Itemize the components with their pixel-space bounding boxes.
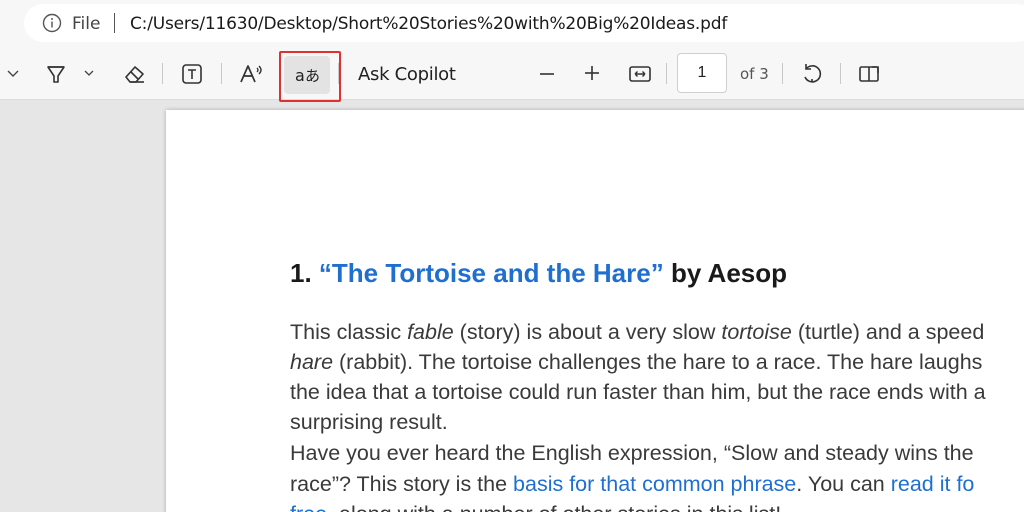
italic-text: fable xyxy=(407,320,454,344)
text-run: (turtle) and a speed xyxy=(791,320,985,344)
page-view-icon[interactable] xyxy=(857,62,881,86)
text-run: (rabbit). The tortoise challenges the ha… xyxy=(333,350,983,374)
italic-text: tortoise xyxy=(721,320,792,344)
heading-number: 1. xyxy=(290,258,319,288)
rotate-icon[interactable] xyxy=(800,61,824,87)
text-run: the idea that a tortoise could run faste… xyxy=(290,380,986,404)
address-field[interactable]: File C:/Users/11630/Desktop/Short%20Stor… xyxy=(24,4,1024,42)
heading-author: by Aesop xyxy=(663,258,788,288)
toolbar-separator xyxy=(221,63,222,84)
toolbar-separator xyxy=(782,63,783,84)
paragraph-line: race”? This story is the basis for that … xyxy=(290,472,975,496)
paragraph-line: surprising result. xyxy=(290,410,448,434)
paragraph-line: hare (rabbit). The tortoise challenges t… xyxy=(290,350,983,374)
chevron-down-icon[interactable] xyxy=(4,64,22,84)
toolbar-separator xyxy=(840,63,841,84)
zoom-in-icon[interactable] xyxy=(582,63,602,83)
paragraph-line: Have you ever heard the English expressi… xyxy=(290,441,974,465)
page-count: of 3 xyxy=(740,65,769,83)
info-icon[interactable] xyxy=(42,13,62,33)
toolbar-separator xyxy=(666,63,667,84)
italic-text: hare xyxy=(290,350,334,374)
free-link[interactable]: free xyxy=(290,502,327,512)
file-label: File xyxy=(72,14,101,34)
text-run: , along with a number of other stories i… xyxy=(327,502,781,512)
address-separator xyxy=(114,13,115,33)
highlighter-icon[interactable] xyxy=(44,62,68,86)
fit-width-icon[interactable] xyxy=(627,62,653,86)
text-run: race”? This story is the xyxy=(290,472,514,496)
page-number-input[interactable] xyxy=(677,53,727,93)
paragraph-line: This classic fable (story) is about a ve… xyxy=(290,320,985,344)
text-run: This classic xyxy=(290,320,408,344)
paragraph-line: the idea that a tortoise could run faste… xyxy=(290,380,986,404)
highlighter-options-chevron-icon[interactable] xyxy=(82,65,96,81)
toolbar-separator xyxy=(162,63,163,84)
text-run: Have you ever heard the English expressi… xyxy=(290,441,974,465)
paragraph-line: free, along with a number of other stori… xyxy=(290,502,781,512)
text-run: surprising result. xyxy=(290,410,448,434)
ask-copilot-button[interactable]: Ask Copilot xyxy=(358,64,456,85)
text-run: . You can xyxy=(796,472,891,496)
story-title-link[interactable]: “The Tortoise and the Hare” xyxy=(319,258,664,288)
zoom-out-icon[interactable] xyxy=(537,64,557,84)
text-run: (story) is about a very slow xyxy=(453,320,722,344)
toolbar-separator xyxy=(338,63,339,84)
phrase-link[interactable]: basis for that common phrase xyxy=(513,472,796,496)
text-box-icon[interactable] xyxy=(180,62,204,86)
read-aloud-icon[interactable] xyxy=(238,61,264,87)
url-text[interactable]: C:/Users/11630/Desktop/Short%20Stories%2… xyxy=(130,14,727,34)
read-link[interactable]: read it fo xyxy=(891,472,975,496)
eraser-icon[interactable] xyxy=(122,62,148,86)
translate-highlight-box xyxy=(279,51,341,102)
section-heading: 1. “The Tortoise and the Hare” by Aesop xyxy=(290,258,787,289)
address-bar: File C:/Users/11630/Desktop/Short%20Stor… xyxy=(0,0,1024,47)
